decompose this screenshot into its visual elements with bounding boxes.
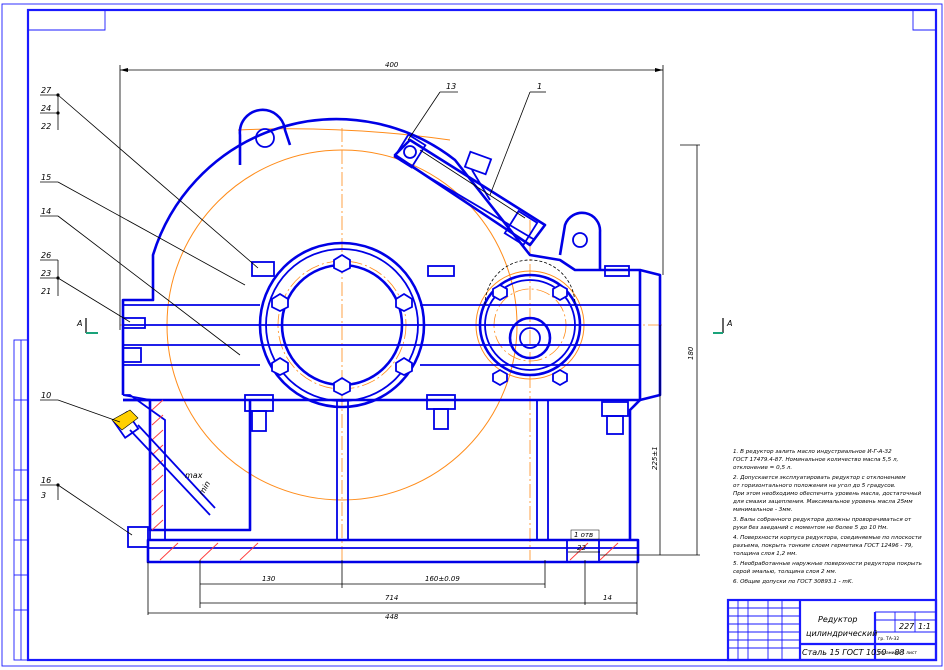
dim-14: 14: [603, 594, 612, 602]
dim-overall-width: 400: [385, 61, 399, 69]
dim-center-distance: 160±0.09: [425, 575, 460, 583]
dim-base-length: 448: [385, 613, 399, 621]
leader-label-27: 27: [41, 86, 52, 95]
dim-714: 714: [385, 594, 398, 602]
leader-label-10: 10: [41, 391, 51, 400]
note-line-14: 5. Необработанные наружные поверхности р…: [733, 561, 922, 567]
top-left-tab: [28, 10, 106, 31]
note-line-2: ГОСТ 17479.4-87. Номинальное количество …: [733, 457, 899, 463]
technical-notes: 1. В редуктор залить масло индустриально…: [732, 449, 922, 585]
note-line-6: При этом необходимо обеспечить уровень м…: [733, 491, 921, 497]
inspection-cover: [393, 133, 547, 247]
note-line-9: 3. Валы собранного редуктора должны пров…: [733, 517, 912, 523]
sheet-number: 227: [899, 622, 915, 631]
note-line-16: 6. Общие допуски по ГОСТ 30893.1 - mK.: [733, 579, 854, 585]
leader-label-3: 3: [41, 491, 46, 500]
gauge-max-label: max: [185, 471, 203, 480]
note-line-13: толщина слоя 1,2 мм.: [733, 551, 797, 557]
oil-dipstick: max min: [111, 409, 216, 516]
dimension-lines: 400 180 225±1 130 160±0.09 714 14 448 22…: [119, 61, 700, 621]
scale-text: 1:1: [918, 622, 931, 631]
org-text: гр. ТА-32: [878, 636, 899, 642]
leader-label-22: 22: [41, 122, 51, 131]
section-mark-left: А: [76, 319, 82, 328]
title-line-2: цилиндрический: [806, 629, 877, 638]
leader-label-26: 26: [41, 251, 51, 260]
section-mark-right: А: [726, 319, 732, 328]
note-line-15: серой эмалью, толщина слоя 2 мм.: [733, 569, 837, 575]
note-line-10: руки без заеданий с моментом не более 5 …: [732, 525, 888, 531]
top-right-tab: [912, 10, 936, 31]
note-line-7: для смазки зацепления. Максимальное уров…: [732, 499, 913, 505]
note-line-4: 2. Допускается эксплуатировать редуктор …: [733, 475, 906, 481]
leader-label-15: 15: [41, 173, 51, 182]
leader-label-23: 23: [41, 269, 51, 278]
leader-label-24: 24: [41, 104, 51, 113]
leader-label-14: 14: [41, 207, 51, 216]
slot-note: 1 отв: [574, 531, 593, 539]
leader-label-16: 16: [41, 476, 51, 485]
left-stamp-column: [13, 339, 29, 661]
note-line-11: 4. Поверхности корпуса редуктора, соедин…: [733, 535, 922, 541]
note-line-12: разъема, покрыть тонким слоем герметика …: [732, 543, 913, 549]
note-line-1: 1. В редуктор залить масло индустриально…: [733, 449, 892, 455]
title-block: Редуктор цилиндрический Сталь 15 ГОСТ 10…: [726, 598, 938, 662]
leader-label-21: 21: [41, 287, 51, 296]
dim-height: 180: [687, 346, 695, 360]
note-line-5: от горизонтального положения на угол до …: [733, 483, 896, 489]
title-line-1: Редуктор: [818, 615, 857, 624]
extra-text: страница 1 лист: [878, 650, 917, 656]
dim-130: 130: [262, 575, 276, 583]
note-line-3: отклонение = 0,5 л.: [733, 465, 792, 471]
leader-label-1: 1: [537, 82, 542, 91]
note-line-8: минимальное - 3мм.: [733, 507, 793, 513]
leader-label-13: 13: [446, 82, 456, 91]
gauge-min-label: min: [197, 479, 212, 497]
leaders: 27 24 22 15 14 26 23 21 10 16 3 13 1: [40, 82, 546, 536]
dim-22: 22: [577, 544, 586, 552]
drawing-sheet: max min 400 180 225±1 130 160±0.09 714 1…: [1, 3, 943, 667]
dim-shaft-height: 225±1: [651, 446, 659, 470]
